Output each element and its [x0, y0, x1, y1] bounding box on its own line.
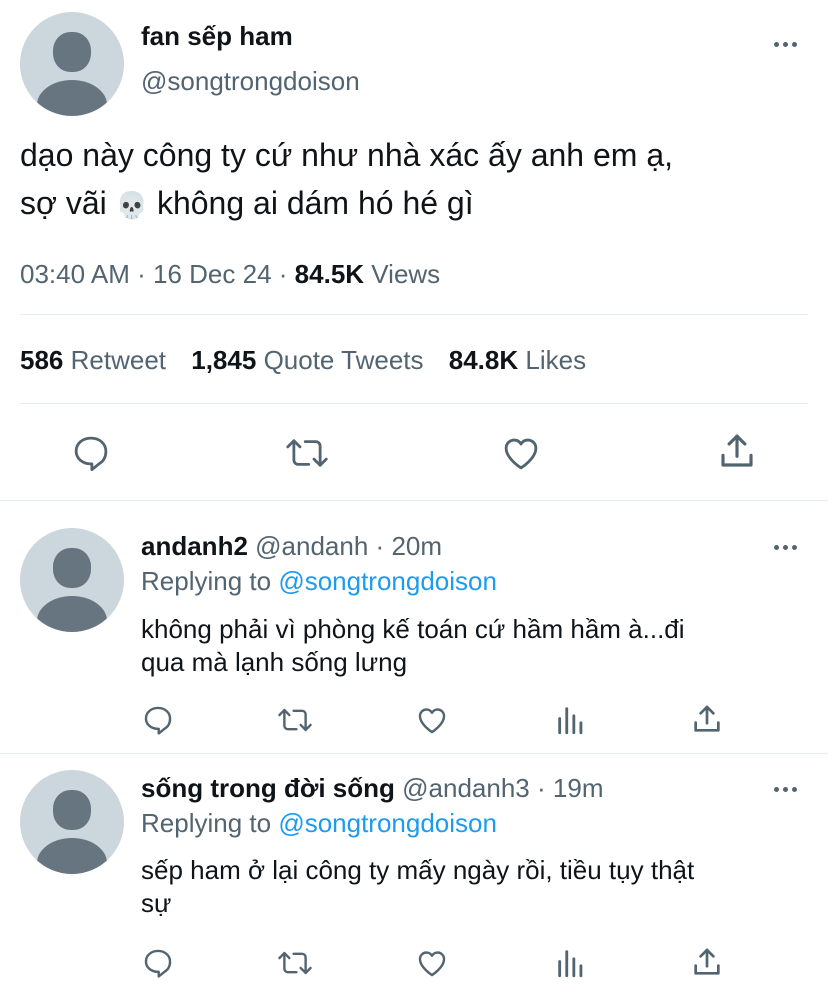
avatar-body	[37, 596, 107, 632]
tweet-time[interactable]: 03:40 AM	[20, 259, 130, 289]
replying-to: Replying to @songtrongdoison	[141, 566, 497, 597]
replying-to-label: Replying to	[141, 566, 272, 596]
tweet-text-line-1: dạo này công ty cứ như nhà xác ấy anh em…	[20, 137, 674, 173]
retweet-icon[interactable]	[276, 946, 314, 980]
reply-icon[interactable]	[70, 432, 112, 474]
avatar-body	[37, 838, 107, 874]
reply-text-line-2: qua mà lạnh sống lưng	[141, 647, 408, 677]
share-icon[interactable]	[690, 702, 724, 736]
reply-text-line-1: không phải vì phòng kế toán cứ hầm hầm à…	[141, 614, 685, 644]
avatar-head	[53, 790, 91, 830]
divider	[20, 314, 808, 315]
replying-to-label: Replying to	[141, 808, 272, 838]
likes-label: Likes	[525, 345, 587, 375]
quotes-stat[interactable]: 1,845 Quote Tweets	[191, 345, 431, 375]
tweet-date[interactable]: 16 Dec 24	[153, 259, 272, 289]
reply-text-line-2: sự	[141, 888, 172, 918]
retweets-count: 586	[20, 345, 64, 375]
retweet-icon[interactable]	[284, 432, 330, 474]
reply-header: andanh2 @andanh · 20m	[141, 531, 442, 562]
more-options-icon[interactable]	[774, 787, 797, 792]
likes-count: 84.8K	[448, 345, 519, 375]
separator: ·	[137, 259, 146, 289]
replying-to-handle[interactable]: @songtrongdoison	[278, 566, 497, 596]
like-icon[interactable]	[500, 432, 542, 474]
reply-time[interactable]: 20m	[391, 531, 442, 561]
separator: ·	[537, 773, 546, 803]
avatar[interactable]	[20, 12, 124, 116]
tweet-text-part: sợ vãi	[20, 185, 107, 221]
user-handle[interactable]: @songtrongdoison	[141, 66, 360, 97]
separator: ·	[278, 259, 288, 289]
reply-header: sống trong đời sống @andanh3 · 19m	[141, 773, 603, 804]
analytics-icon[interactable]	[554, 946, 588, 980]
reply-time[interactable]: 19m	[553, 773, 604, 803]
analytics-icon[interactable]	[554, 703, 588, 737]
replying-to-handle[interactable]: @songtrongdoison	[278, 808, 497, 838]
share-icon[interactable]	[716, 430, 758, 472]
views-count: 84.5K	[294, 259, 365, 289]
likes-stat[interactable]: 84.8K Likes	[449, 345, 586, 375]
retweets-stat[interactable]: 586 Retweet	[20, 345, 173, 375]
tweet-text-part: không ai dám hó hé gì	[156, 185, 474, 221]
avatar-body	[37, 80, 107, 116]
more-options-icon[interactable]	[774, 42, 797, 47]
views-label: Views	[371, 259, 441, 289]
like-icon[interactable]	[415, 703, 449, 737]
user-handle[interactable]: @andanh3	[402, 773, 530, 803]
divider	[0, 753, 828, 754]
reply-text-line-1: sếp ham ở lại công ty mấy ngày rồi, tiều…	[141, 855, 695, 885]
reply-icon[interactable]	[141, 703, 175, 737]
skull-emoji: 💀	[115, 190, 149, 220]
avatar-head	[53, 32, 91, 72]
user-handle[interactable]: @andanh	[255, 531, 368, 561]
retweet-icon[interactable]	[276, 703, 314, 737]
display-name[interactable]: andanh2	[141, 531, 248, 561]
separator: ·	[375, 531, 385, 561]
engagement-stats: 586 Retweet 1,845 Quote Tweets 84.8K Lik…	[20, 345, 586, 376]
like-icon[interactable]	[415, 946, 449, 980]
reply-icon[interactable]	[141, 946, 175, 980]
replying-to: Replying to @songtrongdoison	[141, 808, 497, 839]
tweet-metadata: 03:40 AM · 16 Dec 24 · 84.5K Views	[20, 259, 440, 290]
share-icon[interactable]	[690, 945, 724, 979]
tweet-text-line-2: sợ vãi 💀 không ai dám hó hé gì	[20, 185, 474, 222]
quotes-count: 1,845	[191, 345, 257, 375]
avatar[interactable]	[20, 770, 124, 874]
quotes-label: Quote Tweets	[263, 345, 424, 375]
display-name[interactable]: fan sếp ham	[141, 21, 293, 52]
more-options-icon[interactable]	[774, 545, 797, 550]
display-name[interactable]: sống trong đời sống	[141, 773, 395, 803]
divider	[20, 403, 808, 404]
divider	[0, 500, 828, 501]
avatar[interactable]	[20, 528, 124, 632]
avatar-head	[53, 548, 91, 588]
retweets-label: Retweet	[70, 345, 167, 375]
